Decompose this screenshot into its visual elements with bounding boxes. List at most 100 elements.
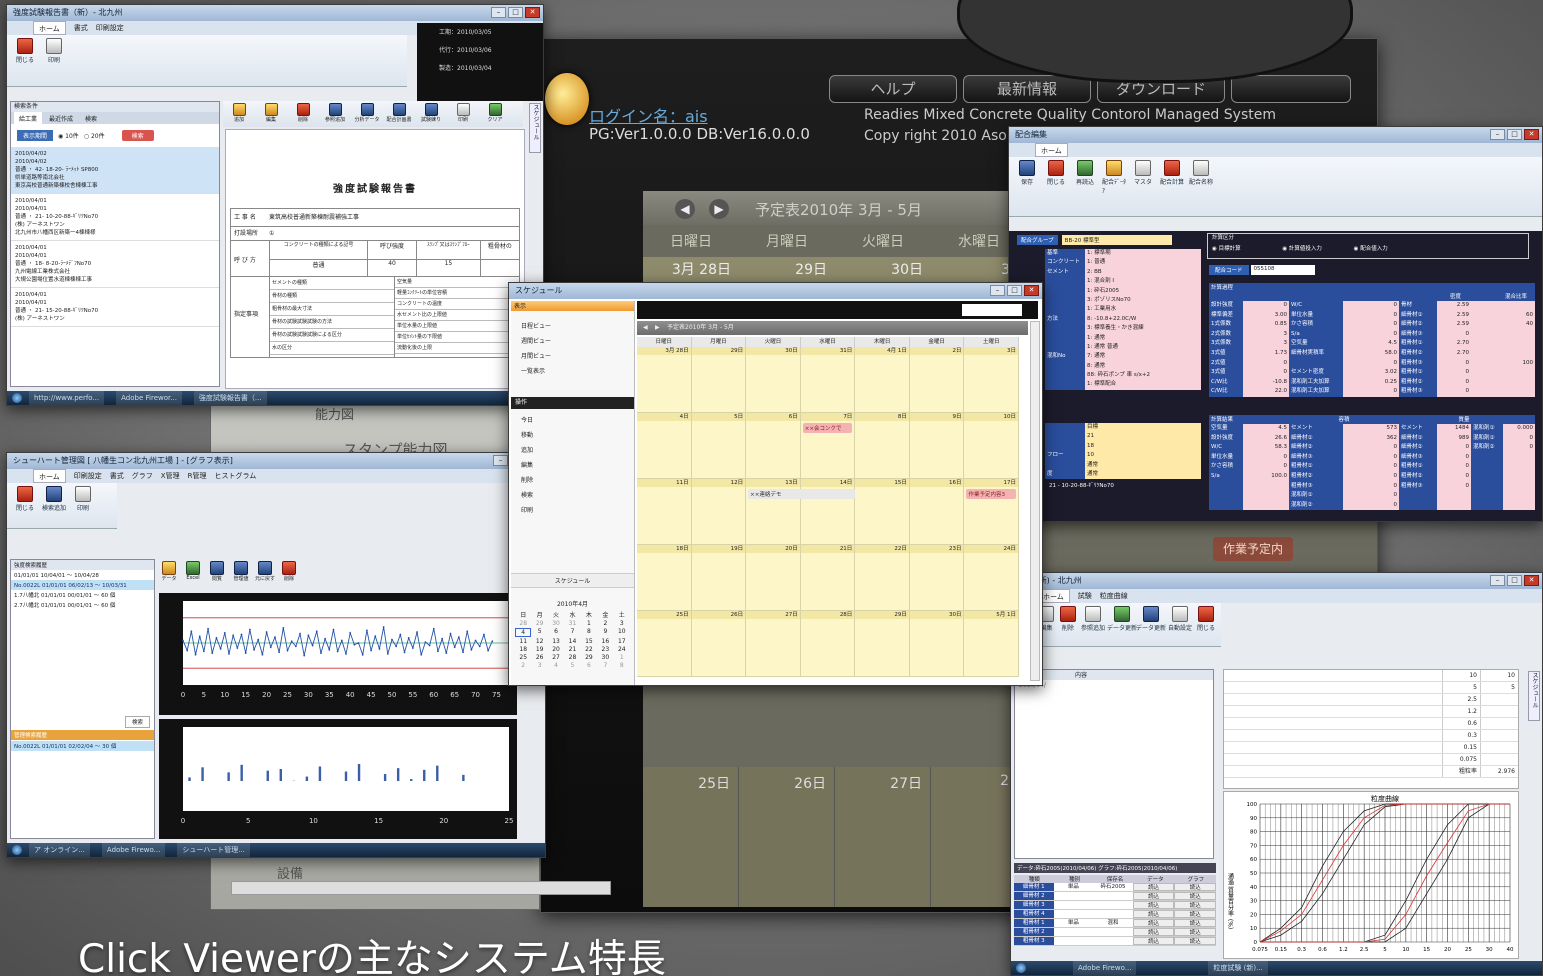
- mini-cal-day[interactable]: 30: [597, 654, 613, 661]
- day-cell[interactable]: 27日: [746, 611, 801, 677]
- ribbon-button[interactable]: データ更新: [1136, 606, 1166, 632]
- table-row[interactable]: かさ容積 0 粗骨材① 0 粗骨材① 0: [1209, 462, 1535, 472]
- history-item[interactable]: 1.7八幡北 01/01/01 00/01/01 ～ 60 個: [11, 590, 154, 600]
- param-row[interactable]: 方法 8: -10.8+22.0C/W: [1045, 314, 1201, 325]
- op-item[interactable]: 検索: [521, 490, 624, 505]
- maximize-icon[interactable]: □: [1507, 575, 1522, 586]
- table-row[interactable]: S/a 100.0 粗骨材② 0 粗骨材② 0: [1209, 471, 1535, 482]
- mini-cal-day[interactable]: 16: [597, 638, 613, 645]
- date-cell[interactable]: 29日: [739, 257, 835, 283]
- minimize-icon[interactable]: –: [1490, 129, 1505, 140]
- day-cell[interactable]: 20日: [746, 545, 801, 611]
- view-item[interactable]: 週間ビュー: [521, 336, 624, 351]
- grid-row[interactable]: 粗骨材 4 読込 読込: [1014, 910, 1216, 919]
- close-icon[interactable]: ✕: [1024, 285, 1039, 296]
- ribbon-button[interactable]: 閉じる: [1044, 160, 1068, 186]
- sieve-tab[interactable]: 試験: [1078, 589, 1092, 603]
- mini-cal-day[interactable]: 25: [515, 654, 531, 661]
- toolbar-button[interactable]: データ: [159, 561, 179, 582]
- toolbar-button[interactable]: 管理値: [231, 561, 251, 582]
- next-arrow-icon[interactable]: ▶: [655, 321, 660, 335]
- report-side-tab[interactable]: スケジュール: [529, 103, 541, 153]
- toolbar-button[interactable]: 削除: [289, 103, 317, 125]
- mini-cal-day[interactable]: 14: [564, 638, 580, 645]
- tab-format[interactable]: 書式: [74, 21, 88, 35]
- mini-cal-day[interactable]: 3: [614, 620, 630, 627]
- day-cell[interactable]: 30日: [909, 611, 965, 677]
- param-row[interactable]: 3: ポゾリスNo70: [1045, 295, 1201, 306]
- mini-cal-day[interactable]: 19: [531, 646, 547, 653]
- close-icon[interactable]: ✕: [1524, 129, 1539, 140]
- list-item[interactable]: 2010/04/02 2010/04/02 普通 ・ 42- 18-20- ﾗｰﾒｯ…: [11, 147, 219, 194]
- event-item[interactable]: ××連絡デモ: [748, 489, 856, 499]
- day-cell[interactable]: 18日: [637, 545, 692, 611]
- toolbar-button[interactable]: 元に戻す: [255, 561, 275, 582]
- group-select[interactable]: BB-20 標準型: [1061, 235, 1172, 245]
- tab-home[interactable]: ホーム: [1035, 143, 1068, 157]
- mini-cal-day[interactable]: 5: [531, 628, 547, 637]
- day-cell[interactable]: 21日: [800, 545, 856, 611]
- grid-row[interactable]: 細骨材 2 読込 読込: [1014, 892, 1216, 901]
- radio-option[interactable]: ◉ 目標計算: [1212, 246, 1241, 252]
- day-cell[interactable]: 7日 ××会コンクで: [800, 413, 856, 479]
- grid-cell[interactable]: 読込: [1174, 901, 1216, 909]
- nav-news[interactable]: 最新情報: [963, 75, 1091, 103]
- mini-cal-day[interactable]: 8: [614, 662, 630, 669]
- ribbon-button[interactable]: 再読込: [1073, 160, 1097, 186]
- maximize-icon[interactable]: □: [1007, 285, 1022, 296]
- toolbar-button[interactable]: 削除: [279, 561, 299, 582]
- chart-tab[interactable]: ヒストグラム: [214, 469, 256, 483]
- day-cell[interactable]: 17日 作業予定内容3: [964, 479, 1020, 545]
- day-cell[interactable]: 12日: [691, 479, 747, 545]
- chart-tab[interactable]: X管理: [161, 469, 180, 483]
- mini-cal-day[interactable]: 30: [548, 620, 564, 627]
- table-row[interactable]: 混和剤② 0: [1209, 500, 1535, 511]
- nav-help[interactable]: ヘルプ: [829, 75, 957, 103]
- grid-cell[interactable]: 読込: [1132, 901, 1175, 909]
- sieve-side-tab[interactable]: スケジュール: [1528, 671, 1540, 721]
- close-button[interactable]: 閉じる: [13, 38, 37, 64]
- day-cell[interactable]: 29日: [691, 347, 747, 413]
- mini-cal-day[interactable]: 24: [614, 646, 630, 653]
- mini-cal-day[interactable]: 3: [531, 662, 547, 669]
- mini-cal-day[interactable]: 6: [581, 662, 597, 669]
- day-cell[interactable]: 24日: [964, 545, 1020, 611]
- mini-cal-day[interactable]: 1: [581, 620, 597, 627]
- param-row[interactable]: 1: 砕石2005: [1045, 286, 1201, 296]
- date-cell[interactable]: 3月 28日: [643, 257, 739, 283]
- mini-cal-day[interactable]: 9: [597, 628, 613, 637]
- mini-cal-day[interactable]: 6: [548, 628, 564, 637]
- grid-cell[interactable]: 読込: [1174, 883, 1216, 891]
- mini-cal-day[interactable]: 23: [597, 646, 613, 653]
- table-row[interactable]: 3式値 1.73 細骨材実積率 58.0 粗骨材② 2.70: [1209, 348, 1535, 359]
- toolbar-button[interactable]: 参照追加: [321, 103, 349, 125]
- chart-tab[interactable]: 印刷設定: [74, 469, 102, 483]
- close-icon[interactable]: ✕: [1524, 575, 1539, 586]
- param-row[interactable]: 8: 通常: [1045, 361, 1201, 372]
- list-item[interactable]: 2010/04/01 2010/04/01 普通 ・ 21- 15-20-88-ｷﾞ…: [11, 288, 219, 327]
- toolbar-button[interactable]: 分析データ: [353, 103, 381, 125]
- view-item[interactable]: 月間ビュー: [521, 351, 624, 366]
- history-item[interactable]: No.0022L 01/01/01 06/02/13 ～ 10/03/31: [11, 580, 154, 590]
- mini-cal-day[interactable]: 26: [531, 654, 547, 661]
- schedule-search-input[interactable]: [962, 304, 1022, 316]
- mini-cal-day[interactable]: 7: [564, 628, 580, 637]
- taskbar-item[interactable]: シューハート管理...: [177, 843, 250, 857]
- param-row[interactable]: 3: 標準養生・かき混練: [1045, 324, 1201, 334]
- horizontal-scrollbar[interactable]: [231, 881, 611, 895]
- day-cell[interactable]: 4日: [637, 413, 692, 479]
- mini-cal-day[interactable]: 4: [515, 628, 532, 637]
- mini-cal-day[interactable]: 22: [581, 646, 597, 653]
- param-row[interactable]: 1: 標準配合: [1045, 380, 1201, 390]
- prev-arrow-icon[interactable]: ◀: [643, 321, 648, 335]
- day-cell[interactable]: 11日: [637, 479, 692, 545]
- param-row[interactable]: 1: 工業用水: [1045, 305, 1201, 315]
- op-item[interactable]: 今日: [521, 415, 624, 430]
- grid-cell[interactable]: 読込: [1174, 910, 1216, 918]
- ribbon-button[interactable]: 配合計算: [1160, 160, 1184, 186]
- mini-cal-day[interactable]: 28: [564, 654, 580, 661]
- mini-cal-day[interactable]: 27: [548, 654, 564, 661]
- list-tab[interactable]: 検索: [80, 112, 102, 124]
- grid-row[interactable]: 細骨材 1 単品 砕石2005 読込 読込: [1014, 883, 1216, 892]
- taskbar-item[interactable]: http://www.perfo...: [29, 391, 105, 405]
